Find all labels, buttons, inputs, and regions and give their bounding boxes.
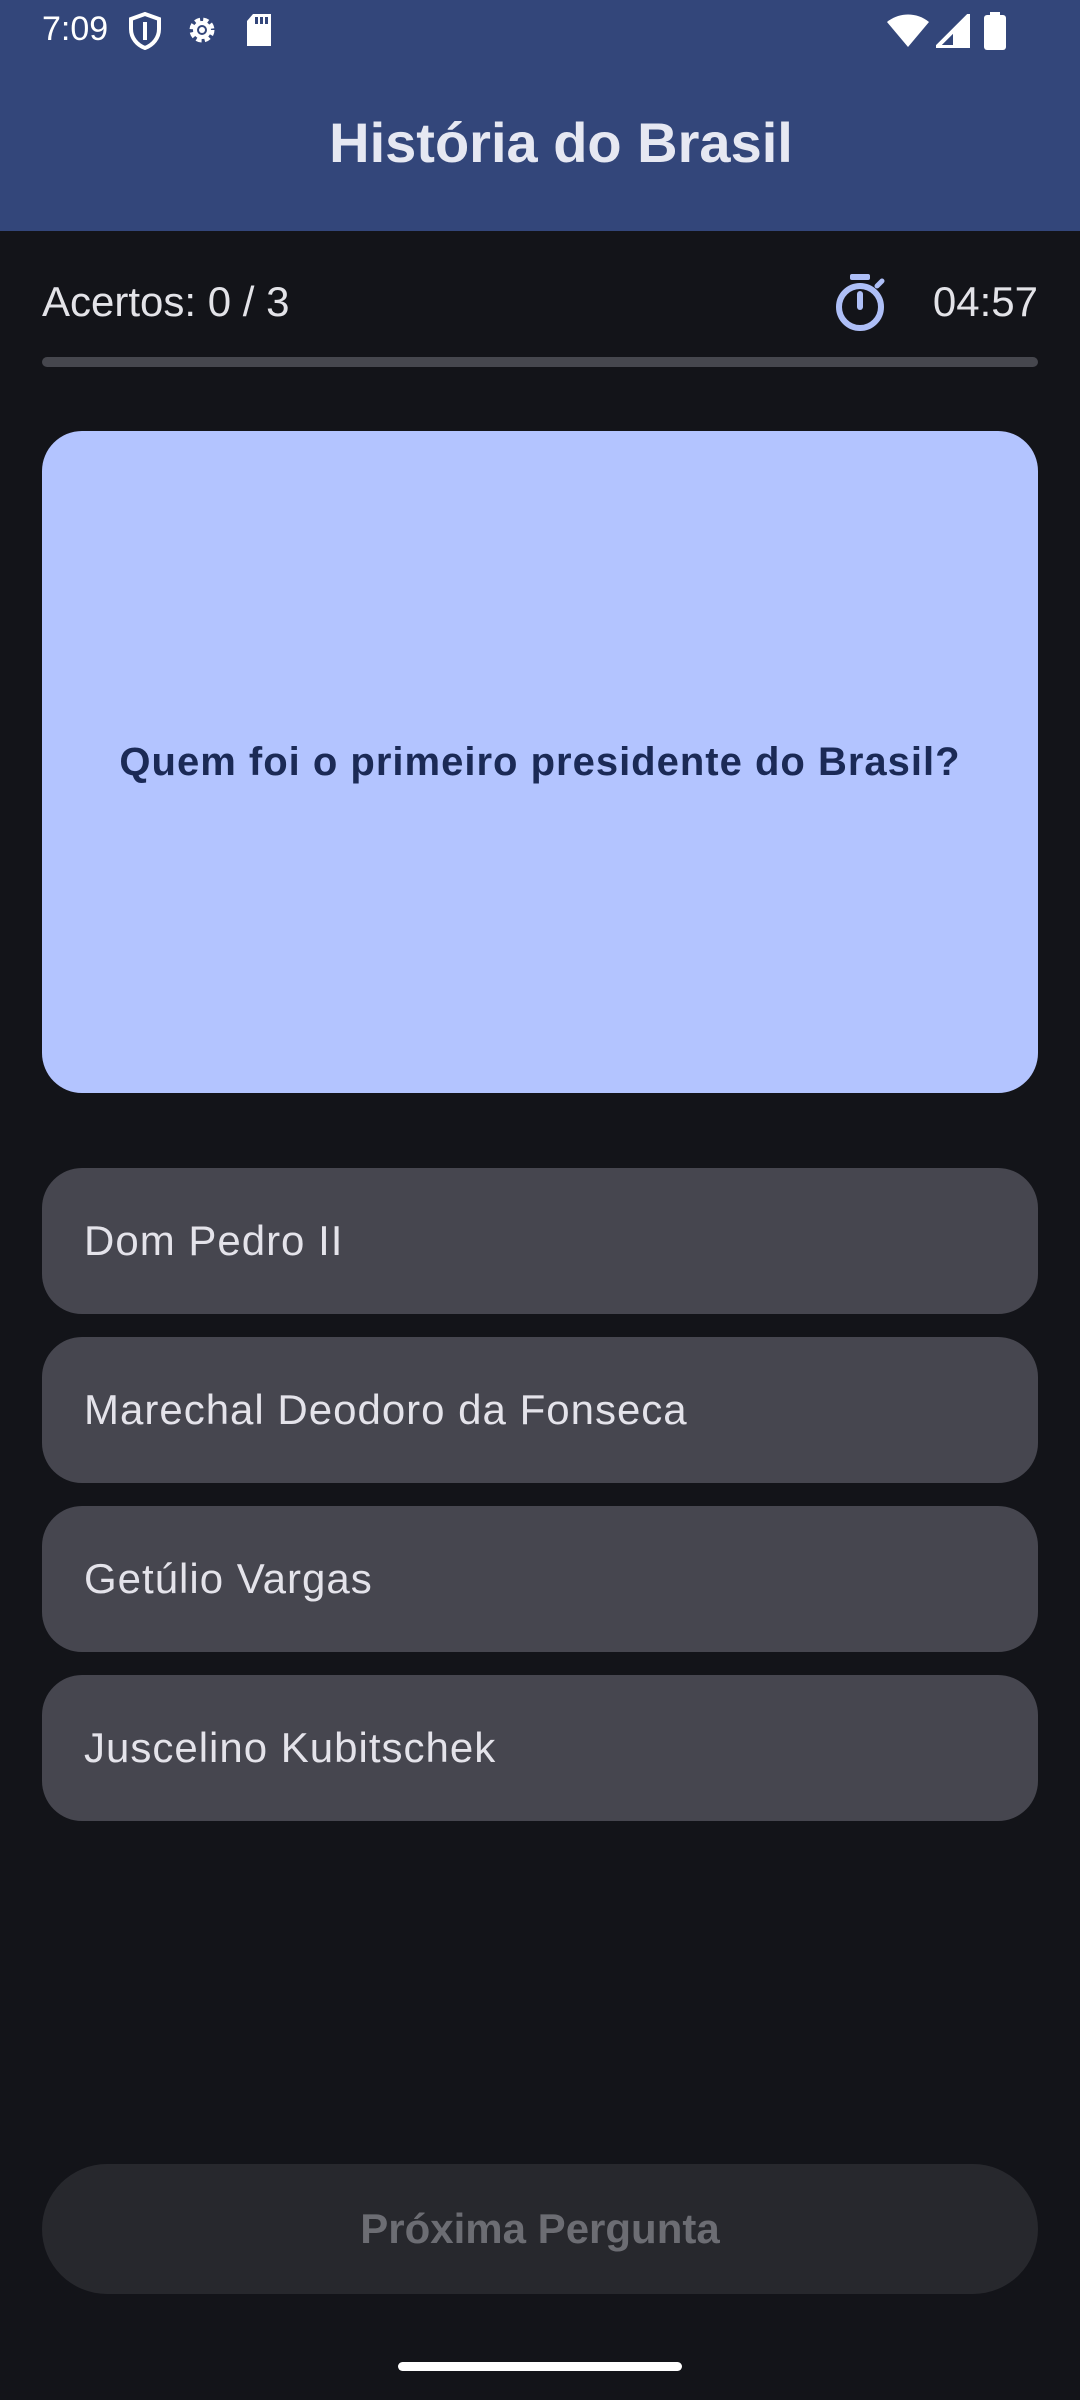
progress-bar xyxy=(42,357,1038,367)
status-bar: 7:09 xyxy=(0,0,1080,62)
wifi-icon xyxy=(887,14,929,47)
quiz-screen: 7:09 História do Brasil Acertos: 0 / 3 0… xyxy=(0,0,1080,2400)
stopwatch-icon xyxy=(836,274,885,331)
timer-value: 04:57 xyxy=(932,278,1038,325)
gear-icon xyxy=(189,17,215,43)
answer-option[interactable]: Marechal Deodoro da Fonseca xyxy=(42,1337,1038,1483)
question-text: Quem foi o primeiro presidente do Brasil… xyxy=(119,739,961,784)
answer-option[interactable]: Getúlio Vargas xyxy=(42,1506,1038,1652)
score-label: Acertos: 0 / 3 xyxy=(42,278,290,325)
next-question-button[interactable]: Próxima Pergunta xyxy=(42,2164,1038,2294)
app-bar: 7:09 História do Brasil xyxy=(0,0,1080,231)
cell-signal-icon xyxy=(936,14,970,48)
answer-option[interactable]: Dom Pedro II xyxy=(42,1168,1038,1314)
shield-icon xyxy=(129,12,161,50)
status-time: 7:09 xyxy=(42,10,109,48)
sd-card-icon xyxy=(247,14,271,46)
question-card: Quem foi o primeiro presidente do Brasil… xyxy=(42,431,1038,1093)
answer-option[interactable]: Juscelino Kubitschek xyxy=(42,1675,1038,1821)
home-indicator[interactable] xyxy=(398,2362,682,2371)
app-title: História do Brasil xyxy=(329,111,793,174)
battery-icon xyxy=(984,12,1006,50)
